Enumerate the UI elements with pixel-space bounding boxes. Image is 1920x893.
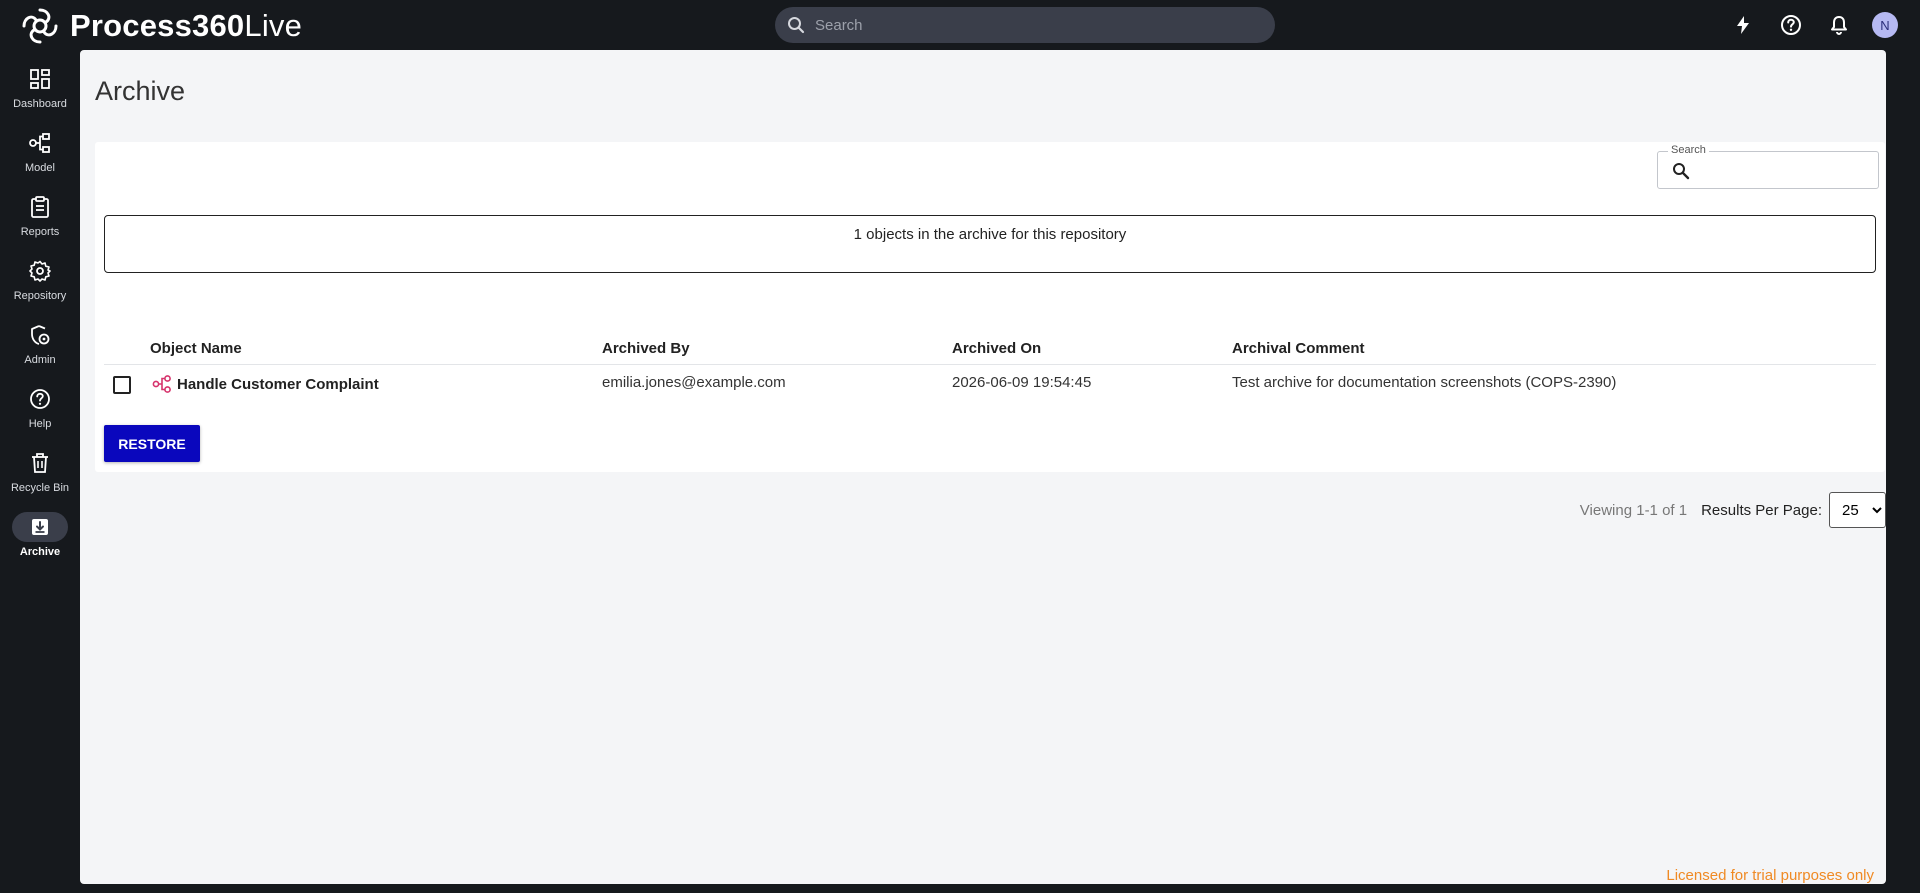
table-header: Object Name Archived By Archived On Arch… bbox=[104, 340, 1876, 365]
gear-icon bbox=[29, 260, 51, 282]
process-model-icon bbox=[152, 375, 171, 393]
sidebar-item-label: Model bbox=[25, 162, 55, 174]
dashboard-icon bbox=[30, 69, 50, 89]
archive-search-input[interactable] bbox=[1698, 158, 1868, 182]
main-content: Archive Search 1 objects in the archive … bbox=[80, 50, 1886, 884]
logo-text: Process360Live bbox=[70, 8, 303, 43]
archive-table: Object Name Archived By Archived On Arch… bbox=[104, 340, 1876, 405]
archived-by-cell: emilia.jones@example.com bbox=[602, 374, 786, 391]
row-select-checkbox[interactable] bbox=[113, 376, 131, 394]
column-header-archived-on[interactable]: Archived On bbox=[952, 340, 1041, 357]
column-header-object-name[interactable]: Object Name bbox=[150, 340, 242, 357]
help-circle-icon[interactable] bbox=[1776, 10, 1806, 40]
help-icon bbox=[30, 389, 50, 409]
results-per-page-label: Results Per Page: bbox=[1701, 501, 1822, 519]
viewing-count: Viewing 1-1 of 1 bbox=[1579, 501, 1688, 519]
global-search[interactable] bbox=[775, 7, 1275, 43]
page-title: Archive bbox=[95, 76, 186, 106]
table-row: Handle Customer Complaint emilia.jones@e… bbox=[104, 365, 1876, 405]
lightning-icon[interactable] bbox=[1728, 10, 1758, 40]
search-field-label: Search bbox=[1668, 144, 1709, 156]
sidebar-item-label: Repository bbox=[13, 290, 67, 302]
archival-comment-cell: Test archive for documentation screensho… bbox=[1232, 374, 1617, 391]
admin-icon bbox=[31, 325, 50, 345]
sidebar-item-label: Dashboard bbox=[13, 98, 67, 110]
archived-on-cell: 2026-06-09 19:54:45 bbox=[952, 374, 1092, 391]
restore-button[interactable]: RESTORE bbox=[104, 425, 200, 462]
license-notice: Licensed for trial purposes only bbox=[1666, 867, 1874, 884]
column-header-archived-by[interactable]: Archived By bbox=[602, 340, 690, 357]
archive-icon bbox=[32, 519, 48, 535]
search-icon bbox=[1673, 163, 1690, 180]
model-icon bbox=[29, 133, 50, 153]
trash-icon bbox=[32, 453, 48, 473]
archive-card: Search 1 objects in the archive for this… bbox=[95, 142, 1885, 472]
archive-count-message: 1 objects in the archive for this reposi… bbox=[104, 215, 1876, 273]
sidebar-item-model[interactable]: Model bbox=[0, 128, 80, 188]
top-actions: N bbox=[1710, 10, 1898, 40]
sidebar-item-repository[interactable]: Repository bbox=[0, 256, 80, 316]
sidebar-item-admin[interactable]: Admin bbox=[0, 320, 80, 380]
reports-icon bbox=[31, 196, 49, 218]
sidebar-item-recycle-bin[interactable]: Recycle Bin bbox=[0, 448, 80, 508]
logo-mark-icon bbox=[22, 8, 58, 44]
sidebar-item-label: Recycle Bin bbox=[10, 482, 70, 494]
sidebar: Dashboard Model Reports Repository Admin… bbox=[0, 50, 80, 893]
archive-search-field[interactable]: Search bbox=[1657, 144, 1879, 189]
sidebar-item-help[interactable]: Help bbox=[0, 384, 80, 444]
sidebar-item-label: Reports bbox=[20, 226, 60, 238]
results-per-page-select[interactable]: 25 bbox=[1829, 492, 1886, 528]
sidebar-item-label: Archive bbox=[19, 546, 61, 558]
object-name-link[interactable]: Handle Customer Complaint bbox=[177, 376, 379, 393]
sidebar-item-reports[interactable]: Reports bbox=[0, 192, 80, 252]
sidebar-item-dashboard[interactable]: Dashboard bbox=[0, 64, 80, 124]
pagination: Viewing 1-1 of 1 Results Per Page: 25 bbox=[1580, 492, 1886, 528]
sidebar-item-archive[interactable]: Archive bbox=[0, 512, 80, 572]
top-bar: Process360Live N bbox=[0, 0, 1920, 50]
avatar[interactable]: N bbox=[1872, 12, 1898, 38]
sidebar-item-label: Admin bbox=[24, 354, 56, 366]
column-header-archival-comment[interactable]: Archival Comment bbox=[1232, 340, 1365, 357]
sidebar-item-label: Help bbox=[28, 418, 52, 430]
bell-icon[interactable] bbox=[1824, 10, 1854, 40]
app-logo[interactable]: Process360Live bbox=[22, 8, 302, 44]
search-icon bbox=[788, 17, 805, 34]
global-search-input[interactable] bbox=[815, 16, 1255, 34]
